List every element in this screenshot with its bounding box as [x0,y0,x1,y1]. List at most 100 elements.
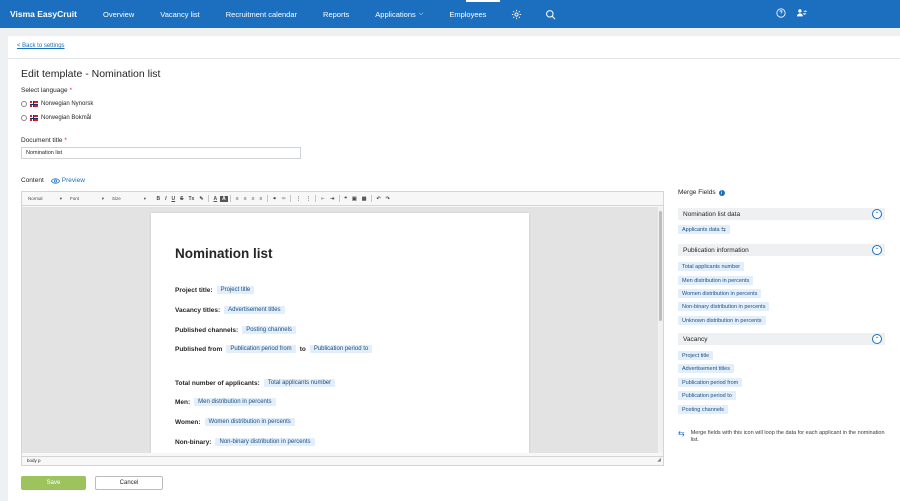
merge-field-tag[interactable]: Total applicants number [263,379,336,387]
redo-icon[interactable]: ↷ [383,196,392,202]
caret-icon: ▾ [101,195,104,201]
merge-field-tag[interactable]: Women distribution in percents [204,418,295,426]
language-option-label: Norwegian Bokmål [41,115,92,121]
editor-content-area[interactable]: Nomination list Project title: Project t… [22,207,658,453]
group-vacancy[interactable]: Vacancy ⌃ [678,333,885,345]
document-page[interactable]: Nomination list Project title: Project t… [151,213,529,453]
row-label: Project title: [175,286,213,294]
merge-field-item[interactable]: Total applicants number [678,262,745,271]
row-women: Women: Women distribution in percents [175,418,295,426]
size-select[interactable]: Size ▾ [112,196,152,202]
merge-field-item[interactable]: Project title [678,351,714,360]
bg-color-button[interactable]: A [219,195,229,202]
merge-field-applicants-data[interactable]: Applicants data ⇆ [678,225,730,234]
save-button[interactable]: Save [21,476,86,490]
resize-handle-icon[interactable]: ◢ [657,456,661,464]
merge-field-tag[interactable]: Non-binary distribution in percents [215,438,315,446]
merge-field-tag[interactable]: Publication period to [309,345,373,353]
required-marker: * [69,87,72,94]
radio-nynorsk[interactable] [21,101,27,107]
group-publication-information[interactable]: Publication information ⌃ [678,244,885,256]
blockquote-icon[interactable]: ❝ [342,196,350,202]
row-published-channels: Published channels: Posting channels [175,326,296,334]
collapse-toggle-icon[interactable]: ⌃ [872,245,882,255]
nav-item-reports[interactable]: Reports [310,0,362,28]
merge-field-item[interactable]: Publication period to [678,391,736,400]
select-language-text: Select language [21,87,68,94]
collapse-toggle-icon[interactable]: ⌃ [872,209,882,219]
outdent-icon[interactable]: ⇤ [318,196,327,202]
help-icon[interactable] [776,8,786,20]
undo-icon[interactable]: ↶ [374,196,383,202]
back-to-settings-link[interactable]: < Back to settings [17,43,65,49]
element-path[interactable]: body p [27,458,41,463]
table-icon[interactable]: ▦ [359,196,369,202]
size-value: Size [112,195,121,201]
nav-item-employees[interactable]: Employees [436,0,499,28]
language-option-bokmal[interactable]: Norwegian Bokmål [21,115,91,121]
caret-icon: ▾ [59,195,62,201]
merge-fields-label: Merge Fields [678,189,716,196]
nav-item-recruitment-calendar[interactable]: Recruitment calendar [213,0,310,28]
merge-field-tag[interactable]: Posting channels [242,326,296,334]
indent-icon[interactable]: ⇥ [328,196,337,202]
merge-field-item[interactable]: Advertisement titles [678,364,734,373]
merge-field-tag[interactable]: Advertisement titles [224,306,285,314]
row-label: Women: [175,418,201,426]
search-icon[interactable] [533,0,567,28]
group-nomination-list-data[interactable]: Nomination list data ⌃ [678,208,885,220]
merge-field-item[interactable]: Unknown distribution in percents [678,316,766,325]
cancel-button[interactable]: Cancel [95,476,163,490]
clear-format-button[interactable]: Tx [186,196,197,202]
user-switch-icon[interactable] [796,8,808,20]
active-indicator [466,0,500,2]
norway-flag-icon [30,115,38,121]
info-icon[interactable]: i [718,189,725,196]
editor-scrollbar[interactable] [658,207,663,453]
format-value: Normal [28,195,43,201]
collapse-toggle-icon[interactable]: ⌃ [872,334,882,344]
merge-field-item[interactable]: Non-binary distribution in percents [678,302,770,311]
nav-right-icons [776,0,808,28]
merge-field-item[interactable]: Publication period from [678,378,743,387]
nav-item-overview[interactable]: Overview [90,0,147,28]
format-select[interactable]: Normal ▾ [28,196,68,202]
nav-item-vacancy-list[interactable]: Vacancy list [147,0,212,28]
bulleted-list-icon[interactable]: ⋮ [303,196,313,202]
link-icon[interactable]: ⚭ [270,196,279,202]
scrollbar-thumb[interactable] [659,211,662,321]
nav-item-applications[interactable]: Applications ⌵ [362,0,436,28]
document-title-input[interactable]: Nomination list [21,147,301,159]
strike-button[interactable]: S [178,196,186,202]
merge-fields-note: ⇆ Merge fields with this icon will loop … [678,430,885,444]
unlink-icon[interactable]: ⚮ [279,196,288,202]
font-select[interactable]: Font ▾ [70,196,110,202]
merge-field-tag[interactable]: Publication period from [226,345,296,353]
merge-field-tag[interactable]: Project title [216,286,255,294]
align-left-icon[interactable]: ≡ [233,196,241,202]
language-option-nynorsk[interactable]: Norwegian Nynorsk [21,101,93,107]
bold-button[interactable]: B [154,196,163,202]
merge-field-item[interactable]: Women distribution in percents [678,289,762,298]
merge-field-item[interactable]: Men distribution in percents [678,276,754,285]
align-center-icon[interactable]: ≡ [241,196,249,202]
image-icon[interactable]: ▣ [349,196,359,202]
align-justify-icon[interactable]: ≡ [257,196,265,202]
align-right-icon[interactable]: ≡ [249,196,257,202]
row-men: Men: Men distribution in percents [175,398,276,406]
brand-logo[interactable]: Visma EasyCruit [0,9,90,19]
merge-field-tag[interactable]: Men distribution in percents [194,398,276,406]
radio-bokmal[interactable] [21,115,27,121]
underline-button[interactable]: U [169,196,178,202]
merge-field-item[interactable]: Posting channels [678,405,728,414]
preview-link[interactable]: Preview [50,177,85,184]
gear-icon[interactable] [499,0,533,28]
numbered-list-icon[interactable]: ⋮ [293,196,303,202]
language-option-label: Norwegian Nynorsk [41,101,94,107]
copy-format-icon[interactable]: ✎ [197,196,206,202]
row-to-label: to [299,345,306,353]
row-label: Published from [175,345,223,353]
row-total-applicants: Total number of applicants: Total applic… [175,379,336,387]
text-color-button[interactable]: A [211,196,220,202]
loop-icon: ⇆ [678,429,685,438]
